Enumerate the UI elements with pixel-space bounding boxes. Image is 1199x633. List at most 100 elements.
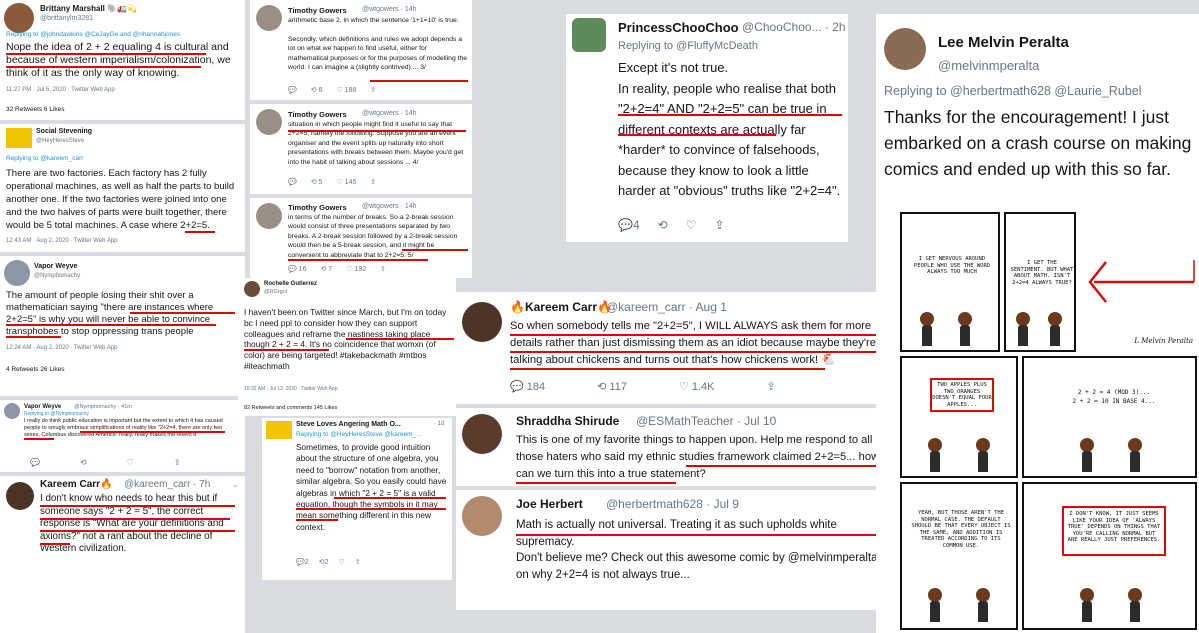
display-name[interactable]: Steve Loves Angering Math O... — [296, 421, 401, 428]
reply-icon[interactable]: 💬 — [288, 86, 297, 94]
share-icon[interactable]: ⇪ — [380, 265, 386, 273]
handle[interactable]: @HeyHeresSteve — [36, 138, 84, 144]
reply-to[interactable]: Replying to @herbertmath628 @Laurie_Rube… — [884, 84, 1141, 98]
tweet-actions[interactable]: 💬 ⟲ 6 ♡ 188 ⇪ — [288, 86, 376, 94]
retweet-icon[interactable]: ⟲2 — [319, 558, 329, 566]
reply-icon[interactable]: 💬 — [288, 178, 297, 186]
avatar[interactable] — [572, 18, 606, 52]
reply-icon[interactable]: 💬 184 — [510, 380, 545, 393]
display-name[interactable]: Timothy Gowers — [288, 203, 347, 212]
display-name[interactable]: Shraddha Shirude — [516, 414, 619, 428]
tweet-rochelle-gutierrez[interactable]: Rochelle Gutierrez @RGrgul I haven't bee… — [238, 278, 456, 416]
avatar[interactable] — [256, 5, 282, 31]
handle[interactable]: @wtgowers · 14h — [362, 6, 417, 13]
tweet-vapor-weyve-reply[interactable]: Vapor Weyve @Nymphomachy · 41m Replying … — [0, 400, 245, 472]
display-name[interactable]: Kareem Carr🔥 — [40, 479, 113, 490]
tweet-steve-loves-angering[interactable]: Steve Loves Angering Math O... · 1d Repl… — [262, 418, 452, 580]
share-icon[interactable]: ⇪ — [174, 458, 181, 467]
avatar[interactable] — [6, 128, 32, 148]
tweet-brittany[interactable]: Brittany Marshall 🐘🚛💫 @brittanylm3281 Re… — [0, 0, 245, 120]
share-icon[interactable]: ⇪ — [370, 86, 376, 94]
display-name[interactable]: Brittany Marshall 🐘🚛💫 — [40, 4, 137, 13]
tweet-actions[interactable]: 💬 ⟲ ♡ ⇪ — [30, 458, 181, 467]
avatar[interactable] — [884, 28, 926, 70]
handle[interactable]: @herbertmath628 · Jul 9 — [606, 497, 739, 511]
display-name[interactable]: Vapor Weyve — [34, 263, 77, 270]
tweet-shraddha-shirude[interactable]: Shraddha Shirude @ESMathTeacher · Jul 10… — [456, 408, 888, 486]
reply-icon[interactable]: 💬4 — [618, 218, 640, 232]
avatar[interactable] — [256, 109, 282, 135]
tweet-actions[interactable]: 💬2 ⟲2 ♡ ⇪ — [296, 558, 361, 566]
avatar[interactable] — [4, 3, 34, 33]
handle[interactable]: @wtgowers · 14h — [362, 110, 417, 117]
tweet-kareem-carr-7h[interactable]: Kareem Carr🔥 @kareem_carr · 7h ⌄ I don't… — [0, 476, 245, 633]
handle[interactable]: @brittanylm3281 — [40, 15, 93, 22]
display-name[interactable]: Timothy Gowers — [288, 6, 347, 15]
tweet-gowers-3[interactable]: Timothy Gowers @wtgowers · 14h arithmeti… — [250, 0, 472, 100]
display-name[interactable]: PrincessChooChoo — [618, 20, 739, 35]
reply-to[interactable]: Replying to @johndawkins @CeJayGe and @n… — [6, 31, 180, 38]
handle[interactable]: @kareem_carr · Aug 1 — [606, 300, 727, 314]
chevron-down-icon[interactable]: ⌄ — [232, 480, 239, 489]
handle[interactable]: @Nymphomachy — [34, 273, 80, 279]
handle[interactable]: @Nymphomachy · 41m — [74, 404, 132, 410]
reply-to[interactable]: Replying to @kareem_carr — [6, 155, 83, 162]
display-name[interactable]: Timothy Gowers — [288, 110, 347, 119]
tweet-vapor-weyve[interactable]: Vapor Weyve @Nymphomachy The amount of p… — [0, 256, 245, 396]
share-icon[interactable]: ⇪ — [370, 178, 376, 186]
tweet-actions[interactable]: 💬 ⟲ 5 ♡ 145 ⇪ — [288, 178, 376, 186]
avatar[interactable] — [462, 302, 502, 342]
handle[interactable]: · 1d — [434, 421, 444, 427]
like-icon[interactable]: ♡ 1.4K — [679, 380, 715, 393]
handle[interactable]: @wtgowers · 14h — [362, 203, 417, 210]
reply-to[interactable]: Replying to @HeyHeresSteve @kareem_... — [296, 431, 422, 438]
engagement-stats[interactable]: 82 Retweets and comments 145 Likes — [244, 405, 337, 411]
avatar[interactable] — [4, 403, 20, 419]
tweet-princesschoochoo[interactable]: PrincessChooChoo @ChooChoo... · 2h Reply… — [566, 14, 848, 242]
display-name[interactable]: 🔥Kareem Carr🔥 — [510, 300, 612, 314]
avatar[interactable] — [266, 421, 292, 439]
tweet-actions[interactable]: 💬4 ⟲ ♡ ⇪ — [618, 218, 725, 232]
engagement-stats[interactable]: 32 Retweets 6 Likes — [6, 106, 65, 113]
like-icon[interactable]: ♡ 192 — [346, 265, 366, 273]
like-icon[interactable]: ♡ — [686, 218, 697, 232]
share-icon[interactable]: ⇪ — [355, 558, 361, 566]
display-name[interactable]: Social Stevening — [36, 128, 92, 135]
retweet-icon[interactable]: ⟲ — [658, 218, 668, 232]
handle[interactable]: @RGrgul — [264, 289, 287, 295]
reply-to[interactable]: Replying to @Nymphomachy — [24, 411, 89, 417]
comic-strip[interactable]: I GET NERVOUS AROUND PEOPLE WHO USE THE … — [898, 210, 1199, 633]
retweet-icon[interactable]: ⟲ — [80, 458, 87, 467]
tweet-gowers-5[interactable]: Timothy Gowers @wtgowers · 14h in terms … — [250, 198, 472, 278]
display-name[interactable]: Lee Melvin Peralta — [938, 34, 1069, 51]
tweet-actions[interactable]: 💬 184 ⟲ 117 ♡ 1.4K ⇪ — [510, 380, 776, 393]
avatar[interactable] — [256, 203, 282, 229]
avatar[interactable] — [462, 414, 502, 454]
like-icon[interactable]: ♡ 145 — [336, 178, 356, 186]
handle[interactable]: @melvinmperalta — [938, 58, 1039, 73]
like-icon[interactable]: ♡ — [338, 558, 344, 566]
reply-to[interactable]: Replying to @FluffyMcDeath — [618, 40, 758, 52]
reply-icon[interactable]: 💬2 — [296, 558, 309, 566]
like-icon[interactable]: ♡ 188 — [336, 86, 356, 94]
avatar[interactable] — [4, 260, 30, 286]
share-icon[interactable]: ⇪ — [714, 218, 724, 232]
retweet-icon[interactable]: ⟲ 5 — [311, 178, 323, 186]
tweet-actions[interactable]: 💬 16 ⟲ 7 ♡ 192 ⇪ — [288, 265, 386, 273]
engagement-stats[interactable]: 4 Retweets 26 Likes — [6, 366, 65, 373]
like-icon[interactable]: ♡ — [127, 458, 134, 467]
reply-icon[interactable]: 💬 — [30, 458, 40, 467]
avatar[interactable] — [6, 482, 34, 510]
tweet-joe-herbert[interactable]: Joe Herbert @herbertmath628 · Jul 9 ⌄ Ma… — [456, 490, 888, 610]
avatar[interactable] — [244, 281, 260, 297]
handle[interactable]: @ESMathTeacher · Jul 10 — [636, 414, 776, 428]
handle[interactable]: @ChooChoo... · 2h — [742, 20, 846, 34]
display-name[interactable]: Rochelle Gutierrez — [264, 281, 317, 287]
tweet-social-stevening[interactable]: Social Stevening @HeyHeresSteve Replying… — [0, 124, 245, 252]
retweet-icon[interactable]: ⟲ 117 — [597, 380, 627, 393]
retweet-icon[interactable]: ⟲ 7 — [320, 265, 332, 273]
tweet-kareem-carr-aug1[interactable]: 🔥Kareem Carr🔥 @kareem_carr · Aug 1 ⌄ So … — [456, 292, 888, 404]
tweet-gowers-4[interactable]: Timothy Gowers @wtgowers · 14h situation… — [250, 104, 472, 194]
reply-icon[interactable]: 💬 16 — [288, 265, 306, 273]
display-name[interactable]: Joe Herbert — [516, 497, 583, 511]
